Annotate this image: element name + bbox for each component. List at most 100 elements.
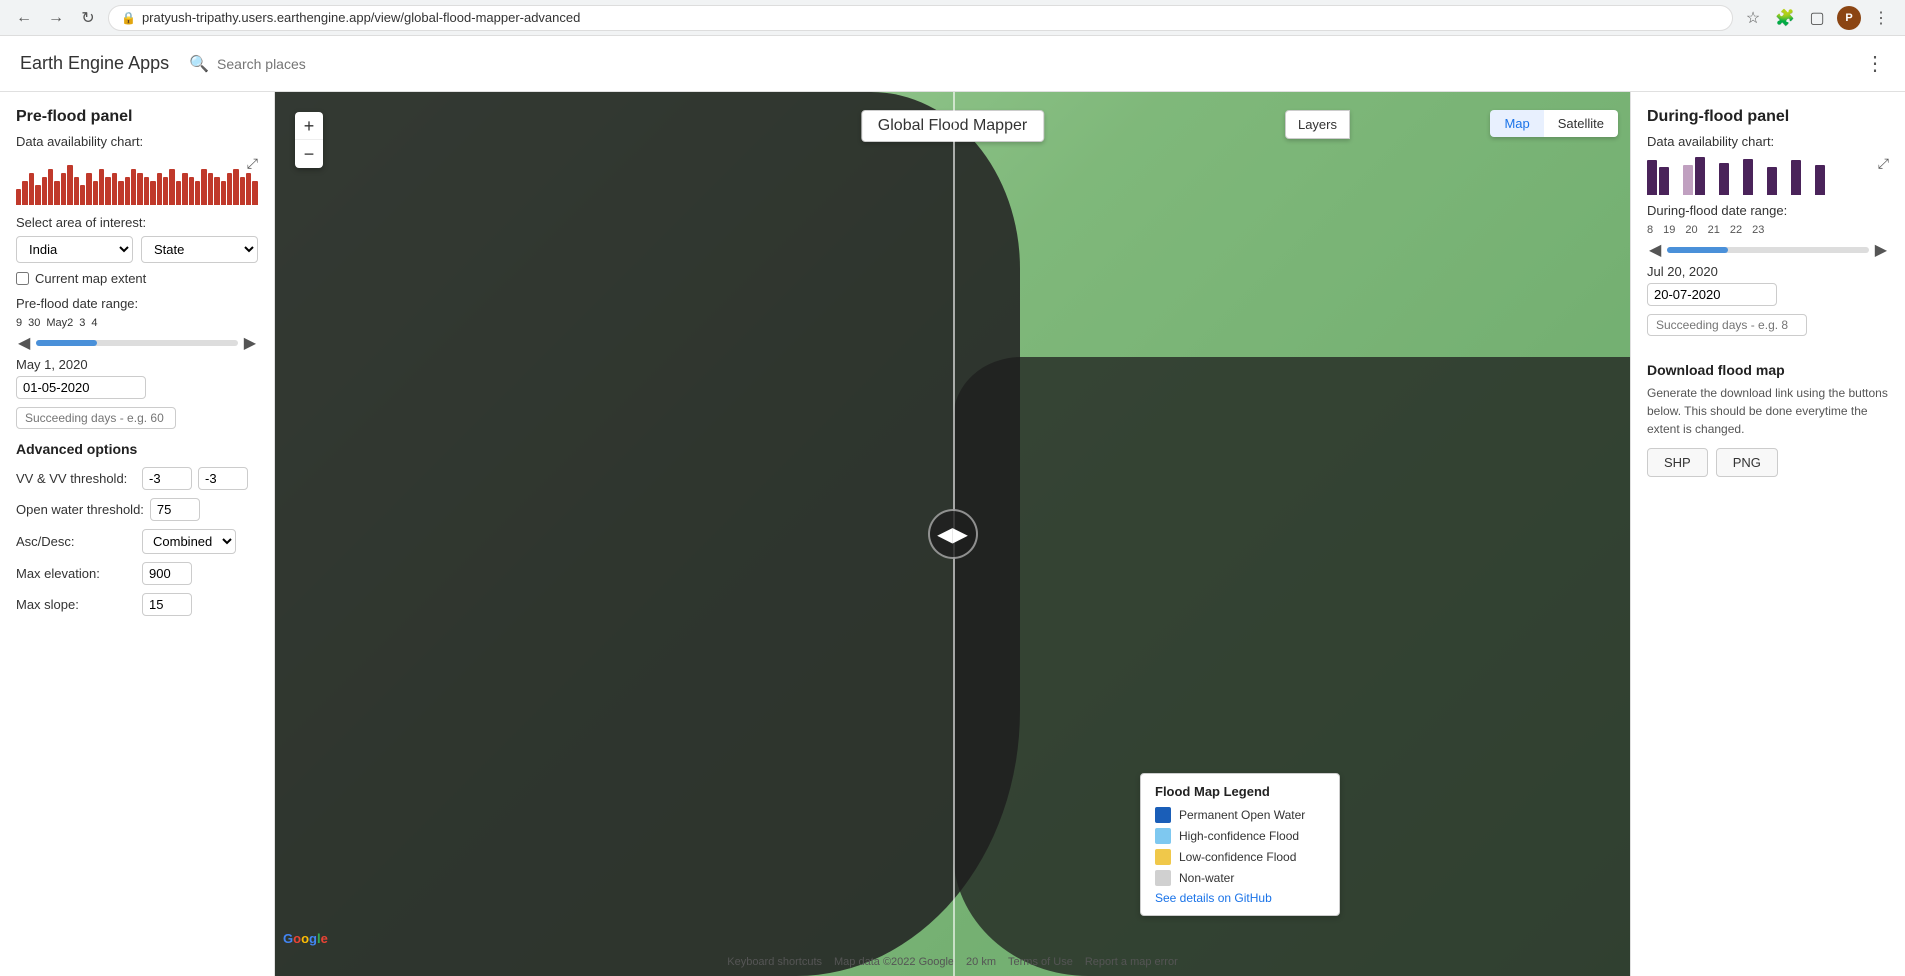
chart-bar [176,181,181,205]
legend-item-low: Low-confidence Flood [1155,849,1325,865]
during-chart-bar [1647,160,1657,195]
chart-bar [246,173,251,205]
bookmark-icon[interactable]: ☆ [1741,6,1765,30]
open-water-row: Open water threshold: [16,498,258,521]
chart-bar [131,169,136,205]
keyboard-shortcuts[interactable]: Keyboard shortcuts [727,956,822,968]
legend-item-nonwater: Non-water [1155,870,1325,886]
preflood-date-input[interactable] [16,376,146,399]
download-flood-map-title: Download flood map [1647,362,1889,378]
user-avatar[interactable]: P [1837,6,1861,30]
slider-labels: 9 30 May2 3 4 [16,317,258,329]
zoom-out-button[interactable]: − [295,140,323,168]
during-succeeding-days[interactable] [1647,314,1807,336]
legend-label-low: Low-confidence Flood [1179,850,1296,864]
search-icon: 🔍 [189,54,209,74]
slider-track[interactable] [36,340,237,346]
chart-bar [86,173,91,205]
legend-item-high: High-confidence Flood [1155,828,1325,844]
chart-expand-button[interactable]: ⤢ [247,155,258,172]
during-chart-bar [1719,163,1729,195]
preflood-chart: ⤢ [16,155,258,205]
during-slider-track[interactable] [1667,247,1868,253]
browser-menu-icon[interactable]: ⋮ [1869,6,1893,30]
tab-icon[interactable]: ▢ [1805,6,1829,30]
preflood-succeeding-days[interactable] [16,407,176,429]
slider-prev-button[interactable]: ◀ [16,333,32,353]
chart-bar [195,181,200,205]
chart-bar [93,181,98,205]
legend-label-high: High-confidence Flood [1179,829,1299,843]
vv-threshold-input2[interactable] [198,467,248,490]
zoom-in-button[interactable]: + [295,112,323,140]
current-map-extent-checkbox[interactable] [16,272,29,285]
back-button[interactable]: ← [12,6,36,30]
legend-item-permanent: Permanent Open Water [1155,807,1325,823]
shp-download-button[interactable]: SHP [1647,448,1708,477]
chart-bar [48,169,53,205]
open-water-input[interactable] [150,498,200,521]
max-slope-input[interactable] [142,593,192,616]
github-link[interactable]: See details on GitHub [1155,891,1325,905]
data-availability-label: Data availability chart: [16,134,258,149]
chart-bar [42,177,47,205]
area-of-interest-label: Select area of interest: [16,215,258,230]
legend-title: Flood Map Legend [1155,784,1325,799]
legend-color-permanent [1155,807,1171,823]
preflood-panel-title: Pre-flood panel [16,108,258,126]
chart-bar [240,177,245,205]
max-elevation-label: Max elevation: [16,566,136,581]
app-menu-button[interactable]: ⋮ [1865,51,1885,76]
map-type-map[interactable]: Map [1490,110,1543,137]
combined-select[interactable]: Combined [142,529,236,554]
reload-button[interactable]: ↻ [76,6,100,30]
google-logo: Google [283,931,328,946]
during-slider-prev[interactable]: ◀ [1647,240,1663,260]
legend-color-nonwater [1155,870,1171,886]
current-map-extent-row: Current map extent [16,271,258,286]
search-bar: 🔍 [189,54,589,74]
layers-button[interactable]: Layers [1285,110,1350,139]
split-handle[interactable]: ◀▶ [928,509,978,559]
slider-next-button[interactable]: ▶ [242,333,258,353]
legend-color-low [1155,849,1171,865]
forward-button[interactable]: → [44,6,68,30]
chart-bar [182,173,187,205]
advanced-options-title: Advanced options [16,441,258,457]
date-range-numbers: 8 19 20 21 22 23 [1647,224,1889,236]
open-water-label: Open water threshold: [16,502,144,517]
during-slider-next[interactable]: ▶ [1873,240,1889,260]
zoom-controls: + − [295,112,323,168]
extensions-icon[interactable]: 🧩 [1773,6,1797,30]
map-type-buttons: Map Satellite [1490,110,1618,137]
vv-threshold-input1[interactable] [142,467,192,490]
right-panel: During-flood panel Data availability cha… [1630,92,1905,976]
url-bar[interactable]: 🔒 pratyush-tripathy.users.earthengine.ap… [108,5,1733,31]
max-elevation-input[interactable] [142,562,192,585]
legend-label-nonwater: Non-water [1179,871,1234,885]
report-map-error[interactable]: Report a map error [1085,956,1178,968]
during-date-display: Jul 20, 2020 [1647,264,1889,279]
chart-bar [35,185,40,205]
map-type-satellite[interactable]: Satellite [1544,110,1618,137]
during-chart-expand-button[interactable]: ⤢ [1878,155,1889,172]
chart-bar [137,173,142,205]
during-chart-bar [1791,160,1801,195]
terms-of-use[interactable]: Terms of Use [1008,956,1073,968]
main-layout: Pre-flood panel Data availability chart:… [0,92,1905,976]
during-flood-chart: ⤢ [1647,155,1889,195]
chart-bar [61,173,66,205]
during-chart-bar [1659,167,1669,195]
chart-bar [80,185,85,205]
country-select[interactable]: India [16,236,133,263]
chart-bar [233,169,238,205]
lock-icon: 🔒 [121,11,136,25]
legend-color-high [1155,828,1171,844]
png-download-button[interactable]: PNG [1716,448,1778,477]
state-select[interactable]: State [141,236,258,263]
flood-region-left [275,92,1020,976]
map-area[interactable]: + − Global Flood Mapper Layers Map Satel… [275,92,1630,976]
during-date-input[interactable] [1647,283,1777,306]
during-chart-bar [1743,159,1753,195]
search-input[interactable] [217,56,417,72]
